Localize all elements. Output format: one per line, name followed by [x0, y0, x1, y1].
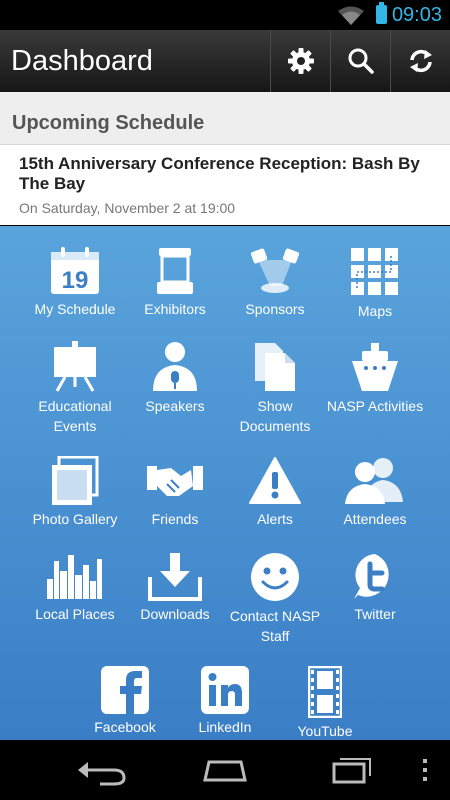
speaker-icon: [153, 342, 197, 391]
schedule-heading: Upcoming Schedule: [12, 112, 205, 134]
tile-label: Local Places: [35, 606, 115, 622]
refresh-button[interactable]: [390, 30, 450, 92]
recents-button[interactable]: [322, 750, 382, 790]
search-icon: [348, 48, 374, 74]
spotlight-icon: [250, 248, 300, 293]
tile-downloads[interactable]: Downloads: [125, 551, 225, 624]
overflow-menu-button[interactable]: [415, 755, 435, 785]
event-title: 15th Anniversary Conference Reception: B…: [19, 154, 420, 193]
handshake-icon: [147, 466, 203, 496]
tile-contact-nasp-staff[interactable]: Contact NASP Staff: [225, 551, 325, 646]
recents-icon: [332, 758, 371, 784]
tile-nasp-activities[interactable]: NASP Activities: [325, 341, 425, 416]
battery-icon: [376, 2, 387, 24]
calendar-icon: 19: [51, 247, 99, 294]
search-button[interactable]: [330, 30, 390, 92]
tile-label: NASP Activities: [326, 398, 424, 414]
tile-speakers[interactable]: Speakers: [125, 341, 225, 416]
gear-icon: [287, 48, 314, 74]
clock: 09:03: [391, 4, 442, 26]
film-icon: [308, 666, 342, 718]
refresh-icon: [409, 49, 432, 73]
tile-label: Maps: [357, 303, 393, 319]
tile-label: Photo Gallery: [32, 511, 118, 527]
tile-show-documents[interactable]: Show Documents: [225, 341, 325, 436]
tile-attendees[interactable]: Attendees: [325, 456, 425, 529]
tile-label: Downloads: [140, 606, 210, 622]
tile-label: Attendees: [343, 511, 407, 527]
tile-label: Twitter: [354, 606, 396, 622]
documents-icon: [255, 343, 295, 391]
tile-photo-gallery[interactable]: Photo Gallery: [25, 456, 125, 529]
tile-label: Facebook: [94, 719, 156, 735]
easel-icon: [54, 341, 96, 392]
system-nav-bar: [0, 740, 450, 800]
booth-icon: [157, 248, 193, 294]
tile-label: Contact NASP Staff: [229, 608, 321, 644]
tile-label: LinkedIn: [198, 719, 252, 735]
linkedin-icon: [201, 666, 249, 714]
download-icon: [148, 553, 202, 601]
tile-linkedin[interactable]: LinkedIn: [175, 666, 275, 737]
tile-label: Sponsors: [245, 301, 305, 317]
page-title: Dashboard: [11, 45, 153, 77]
back-button[interactable]: [70, 750, 130, 790]
skyline-icon: [47, 555, 102, 599]
tile-twitter[interactable]: Twitter: [325, 551, 425, 624]
wifi-icon: [338, 6, 364, 25]
tile-friends[interactable]: Friends: [125, 456, 225, 529]
tile-sponsors[interactable]: Sponsors: [225, 246, 325, 319]
tile-label: My Schedule: [34, 301, 116, 317]
tile-label: YouTube: [297, 723, 353, 739]
home-icon: [203, 760, 247, 782]
back-icon: [78, 762, 126, 786]
calendar-day: 19: [62, 267, 89, 294]
people-icon: [345, 458, 403, 504]
tile-label: Friends: [151, 511, 199, 527]
schedule-event-item[interactable]: 15th Anniversary Conference Reception: B…: [0, 145, 450, 225]
tile-alerts[interactable]: Alerts: [225, 456, 325, 529]
action-bar: Dashboard: [0, 30, 450, 93]
tile-label: Exhibitors: [144, 301, 206, 317]
settings-button[interactable]: [270, 30, 330, 92]
alert-icon: [249, 457, 301, 504]
tile-educational-events[interactable]: Educational Events: [25, 341, 125, 436]
dashboard-grid: 19 My Schedule Exhibitors Sponsors Maps …: [0, 226, 450, 740]
tile-maps[interactable]: Maps: [325, 246, 425, 321]
event-date: On Saturday, November 2 at 19:00: [19, 200, 236, 216]
facebook-icon: [101, 666, 149, 714]
tile-label: Show Documents: [239, 398, 311, 434]
home-button[interactable]: [195, 750, 255, 790]
schedule-header: Upcoming Schedule: [0, 92, 450, 145]
tile-local-places[interactable]: Local Places: [25, 551, 125, 624]
tile-my-schedule[interactable]: 19 My Schedule: [25, 246, 125, 319]
ship-icon: [352, 343, 398, 391]
tile-youtube[interactable]: YouTube: [275, 666, 375, 741]
tile-label: Educational Events: [38, 398, 112, 434]
photo-icon: [52, 456, 99, 505]
tile-label: Speakers: [145, 398, 205, 414]
overflow-menu-icon: [423, 759, 427, 781]
tile-label: Alerts: [257, 511, 293, 527]
twitter-icon: [354, 554, 389, 599]
tile-facebook[interactable]: Facebook: [75, 666, 175, 737]
tile-exhibitors[interactable]: Exhibitors: [125, 246, 225, 319]
smiley-icon: [251, 553, 299, 601]
status-bar: 09:03: [0, 0, 450, 30]
map-grid-icon: [351, 248, 398, 295]
